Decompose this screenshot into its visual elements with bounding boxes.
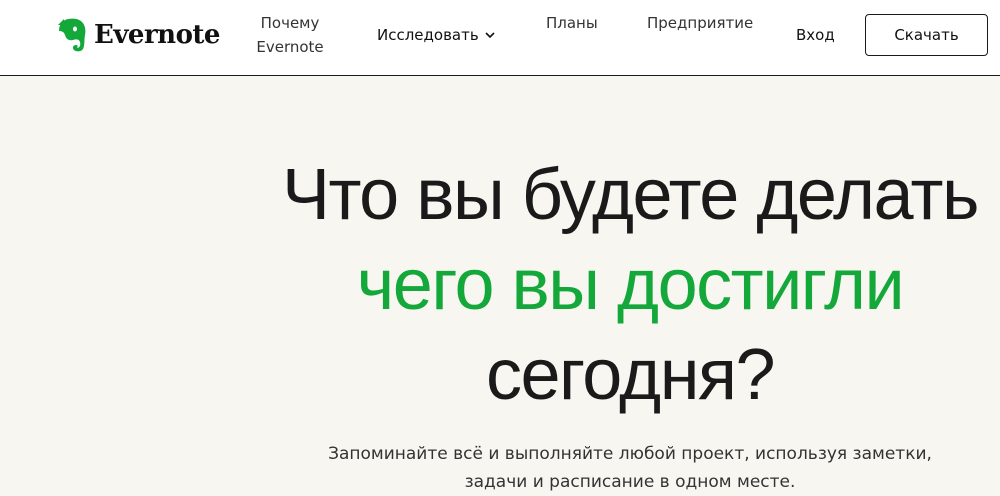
evernote-logo[interactable]: Evernote [56,16,220,54]
nav-explore-label: Исследовать [377,26,479,44]
login-link[interactable]: Вход [796,23,835,47]
nav-why-line1: Почему [260,14,320,32]
nav-why-evernote[interactable]: Почему Evernote [240,11,340,59]
site-header: Evernote Почему Evernote Исследовать Пла… [0,0,1000,76]
hero-section: Что вы будете делать чего вы достигли се… [0,150,1000,420]
hero-heading-line1: Что вы будете делать [282,155,979,235]
evernote-elephant-icon [58,18,86,52]
nav-plans[interactable]: Планы [546,11,598,35]
download-button[interactable]: Скачать [865,14,988,56]
nav-explore[interactable]: Исследовать [377,23,496,47]
chevron-down-icon [485,32,495,39]
hero-heading-line3: сегодня? [486,335,776,415]
hero-subtitle: Запоминайте всё и выполняйте любой проек… [328,444,932,492]
logo-text: Evernote [94,20,220,50]
nav-enterprise[interactable]: Предприятие [647,11,753,35]
nav-why-line2: Evernote [256,38,324,56]
hero-heading-line2: чего вы достигли [356,245,905,325]
